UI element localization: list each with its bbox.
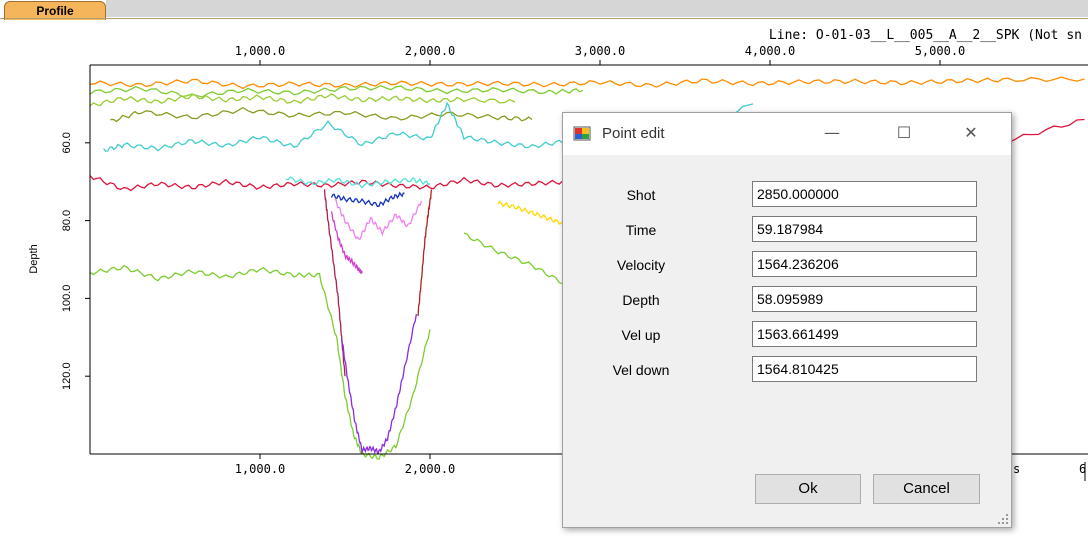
series-line-3 [110, 106, 533, 123]
series-line-2 [89, 93, 516, 107]
series-line-9 [330, 211, 363, 274]
top-tick-label-2: 3,000.0 [575, 44, 626, 58]
tab-strip-background [106, 0, 1088, 17]
vel-down-field[interactable] [752, 356, 977, 382]
bottom-tick-label-0: 1,000.0 [235, 462, 286, 476]
velocity-label: Velocity [616, 257, 666, 273]
top-tick-label-4: 5,000.0 [915, 44, 966, 58]
dialog-title-bar[interactable]: Point edit — ☐ ✕ [563, 113, 1011, 155]
series-line-7 [330, 191, 405, 207]
velocity-field[interactable] [752, 251, 977, 277]
series-line-0 [89, 76, 1085, 90]
y-tick-label-0: 60.0 [61, 132, 73, 153]
y-tick-label-2: 100.0 [61, 285, 73, 313]
minimize-icon[interactable]: — [822, 123, 842, 143]
depth-label: Depth [622, 292, 660, 308]
vel-up-label: Vel up [621, 327, 661, 343]
depth-field[interactable] [752, 286, 977, 312]
vel-up-field[interactable] [752, 321, 977, 347]
series-line-8 [334, 198, 423, 241]
close-icon[interactable]: ✕ [961, 123, 981, 143]
shot-label: Shot [626, 187, 656, 203]
bottom-tick-label-1: 2,000.0 [405, 462, 456, 476]
series-line-11 [89, 264, 431, 460]
dialog-title: Point edit [602, 125, 665, 142]
top-tick-label-0: 1,000.0 [235, 44, 286, 58]
cancel-button[interactable]: Cancel [873, 474, 980, 504]
series-line-13 [417, 189, 433, 317]
y-tick-label-1: 80.0 [61, 210, 73, 231]
app-icon [573, 126, 591, 141]
vel-down-label: Vel down [612, 362, 670, 378]
series-line-10 [323, 189, 346, 377]
point-edit-dialog: Point edit — ☐ ✕ Shot Time Velocity Dept… [562, 112, 1012, 528]
time-label: Time [625, 222, 657, 238]
bottom-fragment-label: s [1013, 462, 1020, 476]
maximize-icon[interactable]: ☐ [894, 123, 914, 143]
shot-field[interactable] [752, 181, 977, 207]
top-tick-label-1: 2,000.0 [405, 44, 456, 58]
ok-button[interactable]: Ok [755, 474, 861, 504]
resize-grip-icon[interactable] [997, 513, 1009, 525]
tab-profile-label: Profile [36, 4, 74, 18]
top-tick-label-3: 4,000.0 [745, 44, 796, 58]
y-axis-label: Depth [28, 244, 40, 273]
y-tick-label-3: 120.0 [61, 362, 73, 390]
tab-bar: Profile [0, 0, 1088, 20]
time-field[interactable] [752, 216, 977, 242]
chart-title: Line: O-01-03__L__005__A__2__SPK (Not sn [769, 28, 1082, 43]
